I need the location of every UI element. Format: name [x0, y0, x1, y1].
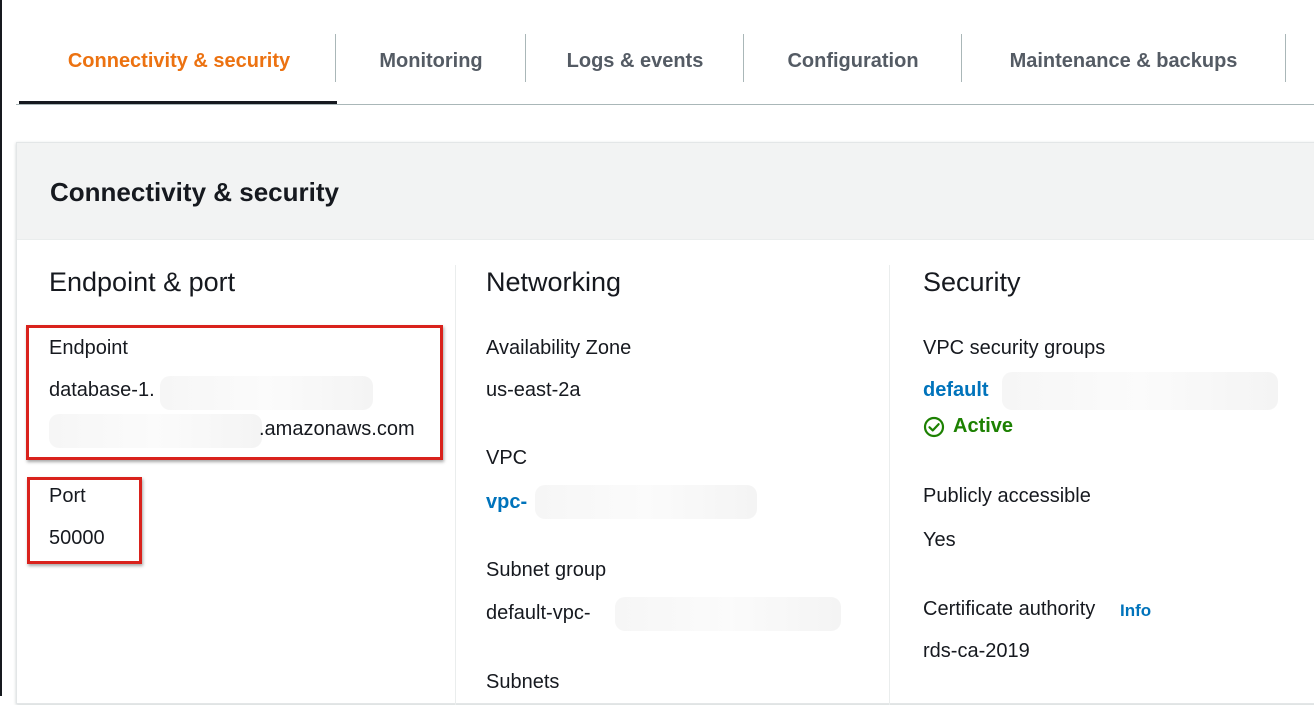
tab-configuration[interactable]: Configuration [744, 34, 962, 88]
redacted-region [535, 485, 757, 519]
vpc-security-groups-label: VPC security groups [923, 337, 1106, 359]
port-highlight-box [27, 477, 142, 564]
networking-heading: Networking [486, 267, 622, 297]
vpc-label: VPC [486, 447, 528, 469]
subnets-label: Subnets [486, 671, 560, 693]
tab-separator [1285, 34, 1286, 82]
security-group-status: Active [923, 415, 1013, 438]
certificate-authority-value: rds-ca-2019 [923, 640, 1030, 662]
column-separator [455, 265, 456, 705]
publicly-accessible-label: Publicly accessible [923, 485, 1091, 507]
redacted-region [615, 597, 841, 631]
column-separator [889, 265, 890, 705]
security-heading: Security [923, 267, 1021, 297]
panel-header: Connectivity & security [17, 143, 1314, 240]
subnet-group-value: default-vpc- [486, 602, 591, 624]
endpoint-port-heading: Endpoint & port [49, 267, 236, 297]
tab-connectivity-security[interactable]: Connectivity & security [20, 34, 338, 88]
certificate-authority-info-link[interactable]: Info [1120, 601, 1151, 621]
tab-bar-divider [16, 104, 1314, 105]
security-group-link[interactable]: default [923, 379, 989, 402]
connectivity-security-panel: Connectivity & security Endpoint & port … [16, 142, 1314, 705]
subnet-group-label: Subnet group [486, 559, 607, 581]
tab-monitoring[interactable]: Monitoring [336, 34, 526, 88]
availability-zone-value: us-east-2a [486, 379, 581, 401]
endpoint-highlight-box [26, 325, 443, 460]
publicly-accessible-value: Yes [923, 529, 956, 551]
tab-maintenance-backups[interactable]: Maintenance & backups [962, 34, 1285, 88]
status-text: Active [953, 415, 1014, 437]
tab-logs-events[interactable]: Logs & events [526, 34, 744, 88]
tab-bar: Connectivity & security Monitoring Logs … [2, 0, 1314, 106]
availability-zone-label: Availability Zone [486, 337, 632, 359]
panel-title: Connectivity & security [50, 177, 339, 207]
check-circle-icon [923, 416, 945, 437]
redacted-region [1002, 372, 1278, 410]
certificate-authority-label: Certificate authority [923, 598, 1096, 620]
vpc-link[interactable]: vpc- [486, 491, 527, 514]
